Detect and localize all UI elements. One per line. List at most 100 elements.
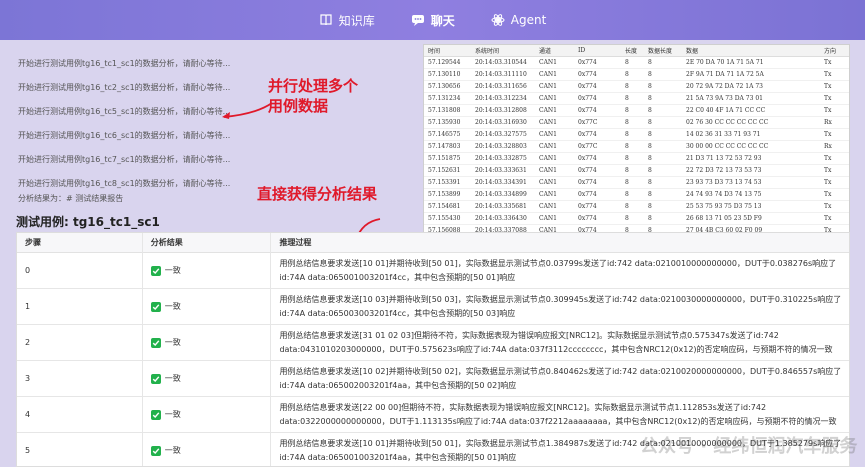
trace-cell: Tx [824, 59, 832, 66]
trace-cell: 8 [625, 59, 629, 66]
trace-cell: CAN1 [539, 119, 557, 126]
check-icon [150, 265, 161, 276]
trace-cell: 8 [648, 107, 652, 114]
log-line: 开始进行测试用例tg16_tc6_sc1的数据分析，请耐心等待... [18, 131, 231, 140]
trace-body: 57.129544 20:14:03.310544 CAN1 0x774 8 8 2E 70… [424, 57, 849, 249]
trace-cell: 8 [625, 83, 629, 90]
nav-tab-chat[interactable]: 聊天 [411, 12, 455, 29]
trace-cell: 8 [648, 71, 652, 78]
trace-header-row: 时间 系统时间 通道 ID 长度 数据长度 数据 方向 [424, 45, 849, 57]
trace-cell: 20:14:03.334391 [475, 179, 527, 186]
trace-cell: 0x77C [578, 119, 598, 126]
trace-cell: 57.152631 [428, 167, 461, 174]
arrow-annotation [222, 102, 273, 119]
trace-cell: 26 68 13 71 05 23 5D F9 [686, 215, 762, 222]
trace-cell: Tx [824, 83, 832, 90]
step-number: 0 [17, 253, 143, 288]
trace-row: 57.153899 20:14:03.334899 CAN1 0x774 8 8 24 74… [424, 189, 849, 201]
log-line: 开始进行测试用例tg16_tc8_sc1的数据分析，请耐心等待... [18, 179, 231, 188]
trace-cell: 57.131234 [428, 95, 461, 102]
trace-cell: CAN1 [539, 71, 557, 78]
trace-header-cell: ID [578, 47, 586, 54]
trace-cell: 8 [648, 191, 652, 198]
trace-cell: 20:14:03.333631 [475, 167, 527, 174]
trace-cell: 20:14:03.316930 [475, 119, 527, 126]
table-row: 4 一致 用例总结信息要求发送[22 00 00]但期待不符，实际数据表现为错误响应… [17, 397, 849, 433]
trace-cell: 8 [648, 179, 652, 186]
trace-cell: 8 [625, 203, 629, 210]
trace-cell: 0x774 [578, 107, 597, 114]
reasoning-text: 用例总结信息要求发送[10 01]并期待收到[50 01]，实际数据显示测试节点… [279, 258, 837, 282]
trace-cell: 30 00 00 CC CC CC CC CC [686, 143, 769, 150]
result-badge: 一致 [150, 409, 181, 420]
trace-cell: 20:14:03.312808 [475, 107, 527, 114]
trace-cell: 8 [625, 191, 629, 198]
result-cell: 一致 [143, 397, 272, 432]
trace-cell: Tx [824, 179, 832, 186]
trace-row: 57.154681 20:14:03.335681 CAN1 0x774 8 8 25 53… [424, 201, 849, 213]
trace-cell: 8 [648, 59, 652, 66]
result-label: 一致 [164, 410, 181, 419]
result-cell: 一致 [143, 253, 272, 288]
log-line: 开始进行测试用例tg16_tc5_sc1的数据分析，请耐心等待... [18, 107, 231, 116]
trace-cell: 20:14:03.327575 [475, 131, 527, 138]
trace-cell: Rx [824, 143, 832, 150]
reasoning-text: 用例总结信息要求发送[22 00 00]但期待不符，实际数据表现为错误响应报文[… [279, 402, 837, 426]
trace-cell: 57.129544 [428, 59, 461, 66]
trace-cell: CAN1 [539, 95, 557, 102]
nav-tab-agent[interactable]: Agent [491, 13, 547, 27]
trace-cell: 0x774 [578, 59, 597, 66]
annotation-direct-result: 直接获得分析结果 [257, 185, 378, 203]
header-result: 分析结果 [143, 233, 272, 253]
trace-cell: 8 [625, 131, 629, 138]
top-navigation: 知识库 聊天 Agent [0, 0, 865, 40]
can-trace-panel: 时间 系统时间 通道 ID 长度 数据长度 数据 方向 57.129544 20:… [423, 44, 850, 249]
nav-tab-label: Agent [510, 13, 547, 27]
result-badge: 一致 [150, 373, 181, 384]
trace-cell: Rx [824, 119, 832, 126]
trace-cell: 0x774 [578, 191, 597, 198]
trace-cell: 20 72 9A 72 DA 72 1A 73 [686, 83, 763, 90]
nav-tab-knowledge-base[interactable]: 知识库 [319, 12, 375, 29]
trace-header-cell: 数据长度 [648, 48, 673, 55]
trace-cell: 24 74 93 74 D3 74 13 75 [686, 191, 762, 198]
annotation-line: 用例数据 [268, 97, 329, 115]
trace-cell: Tx [824, 71, 832, 78]
trace-row: 57.129544 20:14:03.310544 CAN1 0x774 8 8 2E 70… [424, 57, 849, 69]
trace-row: 57.130110 20:14:03.311110 CAN1 0x774 8 8 2F 9A… [424, 69, 849, 81]
trace-header-cell: 系统时间 [475, 48, 500, 55]
trace-cell: 20:14:03.336430 [475, 215, 527, 222]
trace-cell: 2E 70 DA 70 1A 71 5A 71 [686, 59, 764, 66]
result-badge: 一致 [150, 337, 181, 348]
trace-cell: 8 [625, 215, 629, 222]
trace-cell: CAN1 [539, 215, 557, 222]
trace-cell: 20:14:03.335681 [475, 203, 527, 210]
trace-cell: 57.131808 [428, 107, 461, 114]
trace-cell: Tx [824, 203, 832, 210]
trace-row: 57.152631 20:14:03.333631 CAN1 0x774 8 8 22 72… [424, 165, 849, 177]
log-line: 开始进行测试用例tg16_tc2_sc1的数据分析，请耐心等待... [18, 83, 231, 92]
trace-cell: CAN1 [539, 143, 557, 150]
trace-cell: 22 72 D3 72 13 73 53 73 [686, 167, 762, 174]
table-row: 2 一致 用例总结信息要求发送[31 01 02 03]但期待不符，实际数据表现为错… [17, 325, 849, 361]
log-line: 开始进行测试用例tg16_tc7_sc1的数据分析，请耐心等待... [18, 155, 231, 164]
trace-cell: 22 C0 40 4F 1A 71 CC CC [686, 107, 766, 114]
trace-cell: 8 [648, 119, 652, 126]
trace-cell: 0x774 [578, 83, 597, 90]
trace-cell: 8 [625, 119, 629, 126]
book-icon [319, 13, 333, 27]
trace-cell: 14 02 36 31 33 71 93 71 [686, 131, 761, 138]
trace-row: 57.153391 20:14:03.334391 CAN1 0x774 8 8 23 93… [424, 177, 849, 189]
check-icon [150, 373, 161, 384]
trace-cell: 8 [648, 167, 652, 174]
watermark: 公众号 · 经纬恒润汽车服务 [640, 436, 858, 457]
header-step: 步骤 [17, 233, 143, 253]
trace-cell: 8 [625, 143, 629, 150]
trace-cell: 57.146575 [428, 131, 461, 138]
trace-cell: CAN1 [539, 59, 557, 66]
result-label: 一致 [164, 374, 181, 383]
results-header-row: 步骤 分析结果 推理过程 [17, 233, 849, 253]
trace-cell: CAN1 [539, 155, 557, 162]
trace-cell: 20:14:03.311110 [475, 71, 527, 78]
trace-row: 57.147803 20:14:03.328803 CAN1 0x77C 8 8 30 00… [424, 141, 849, 153]
